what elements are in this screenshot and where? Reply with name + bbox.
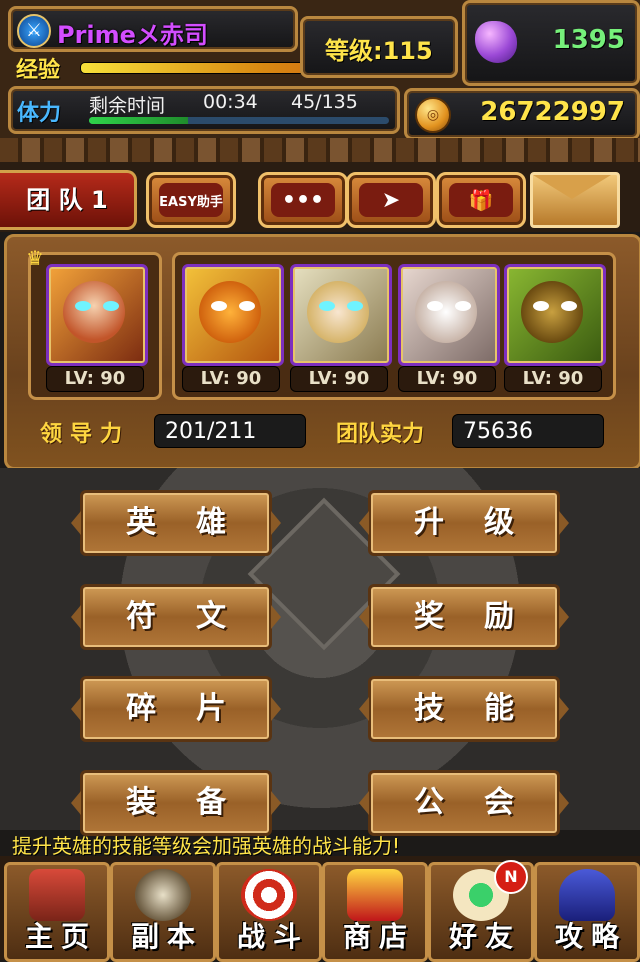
- player-name-panel[interactable]: ⚔ Primeメ赤司: [8, 6, 298, 52]
- team-power-value: 75636: [452, 414, 604, 448]
- nav-home-label: 主页: [24, 920, 97, 953]
- heroes-button[interactable]: 英雄: [71, 490, 281, 556]
- gem-panel[interactable]: 1395: [462, 0, 640, 86]
- crown-shop-icon: [347, 869, 403, 921]
- new-badge: N: [494, 860, 528, 894]
- hero-eye: [455, 301, 471, 311]
- target-icon: [241, 869, 297, 921]
- hero-eye: [103, 301, 119, 311]
- stamina-panel: 体力 剩余时间 00:34 45/135: [8, 86, 400, 134]
- team-power-label: 团队实力: [336, 422, 425, 447]
- gem-icon: [475, 21, 517, 63]
- nav-battle[interactable]: 战斗: [216, 862, 322, 962]
- mail-icon[interactable]: [530, 172, 620, 228]
- skills-button[interactable]: 技能: [359, 676, 569, 742]
- leadership-label: 领导力: [40, 422, 131, 447]
- action-row: 团 队 1 EASY助手 ••• ➤ 🎁: [0, 162, 640, 232]
- runes-button[interactable]: 符文: [71, 584, 281, 650]
- hero-eye: [561, 301, 577, 311]
- gold-coin-icon: ◎: [415, 97, 451, 133]
- hero-portrait: [415, 281, 477, 343]
- send-icon: ➤: [359, 183, 423, 217]
- member-level: LV: 90: [398, 366, 496, 392]
- easy-helper-button[interactable]: EASY助手: [146, 172, 236, 228]
- send-button[interactable]: ➤: [346, 172, 436, 228]
- hero-card-member[interactable]: [290, 264, 392, 366]
- crown-icon: ♛: [26, 246, 44, 270]
- nav-dungeon-label: 副本: [130, 920, 203, 953]
- member-level: LV: 90: [290, 366, 388, 392]
- skull-icon: [135, 869, 191, 921]
- hero-portrait: [199, 281, 261, 343]
- hero-card-leader[interactable]: [46, 264, 148, 366]
- chat-icon: •••: [271, 183, 335, 217]
- hero-portrait: [307, 281, 369, 343]
- sword-emblem-icon: ⚔: [17, 14, 51, 48]
- upgrade-button[interactable]: 升级: [359, 490, 569, 556]
- nav-shop-label: 商店: [342, 920, 415, 953]
- gold-count: 26722997: [480, 97, 625, 127]
- nav-shop[interactable]: 商店: [322, 862, 428, 962]
- hero-eye: [239, 301, 255, 311]
- member-level: LV: 90: [182, 366, 280, 392]
- house-icon: [29, 869, 85, 921]
- remaining-time-label: 剩余时间: [89, 95, 166, 117]
- member-level: LV: 90: [504, 366, 602, 392]
- gift-icon: 🎁: [449, 183, 513, 217]
- nav-home[interactable]: 主页: [4, 862, 110, 962]
- tip-text: 提升英雄的技能等级会加强英雄的战斗能力!: [12, 834, 401, 858]
- player-name: Primeメ赤司: [57, 21, 208, 49]
- status-header: ⚔ Primeメ赤司 经验 等级:115 1395 体力 剩余时间 00:34 …: [0, 0, 640, 150]
- hero-eye: [75, 301, 91, 311]
- gold-panel[interactable]: ◎ 26722997: [404, 88, 640, 140]
- nav-dungeon[interactable]: 副本: [110, 862, 216, 962]
- hero-portrait: [63, 281, 125, 343]
- level-panel: 等级:115: [300, 16, 458, 78]
- player-level: 等级:115: [325, 37, 433, 65]
- gift-button[interactable]: 🎁: [436, 172, 526, 228]
- stamina-value: 45/135: [291, 91, 358, 113]
- hero-card-member[interactable]: [504, 264, 606, 366]
- nav-battle-label: 战斗: [236, 920, 309, 953]
- guild-button[interactable]: 公会: [359, 770, 569, 836]
- leadership-value: 201/211: [154, 414, 306, 448]
- easy-helper-label: EASY助手: [159, 183, 223, 217]
- equipment-button[interactable]: 装备: [71, 770, 281, 836]
- remaining-time: 00:34: [203, 91, 258, 113]
- rewards-button[interactable]: 奖励: [359, 584, 569, 650]
- leader-level: LV: 90: [46, 366, 144, 392]
- team-select-button[interactable]: 团 队 1: [0, 170, 137, 230]
- stamina-label: 体力: [17, 101, 62, 126]
- wizard-hat-icon: [559, 869, 615, 921]
- hero-card-member[interactable]: [182, 264, 284, 366]
- gem-count: 1395: [552, 25, 625, 55]
- nav-guide-label: 攻略: [554, 920, 627, 953]
- hero-eye: [533, 301, 549, 311]
- hero-eye: [319, 301, 335, 311]
- exp-label: 经验: [16, 58, 61, 83]
- hero-eye: [427, 301, 443, 311]
- hero-eye: [347, 301, 363, 311]
- hero-eye: [211, 301, 227, 311]
- stamina-bar-fill: [89, 117, 188, 124]
- fragments-button[interactable]: 碎片: [71, 676, 281, 742]
- chain-divider: [0, 138, 640, 162]
- nav-guide[interactable]: 攻略: [534, 862, 640, 962]
- hero-portrait: [521, 281, 583, 343]
- nav-friends-label: 好友: [448, 920, 521, 953]
- hero-card-member[interactable]: [398, 264, 500, 366]
- chat-button[interactable]: •••: [258, 172, 348, 228]
- stamina-bar: [89, 117, 389, 124]
